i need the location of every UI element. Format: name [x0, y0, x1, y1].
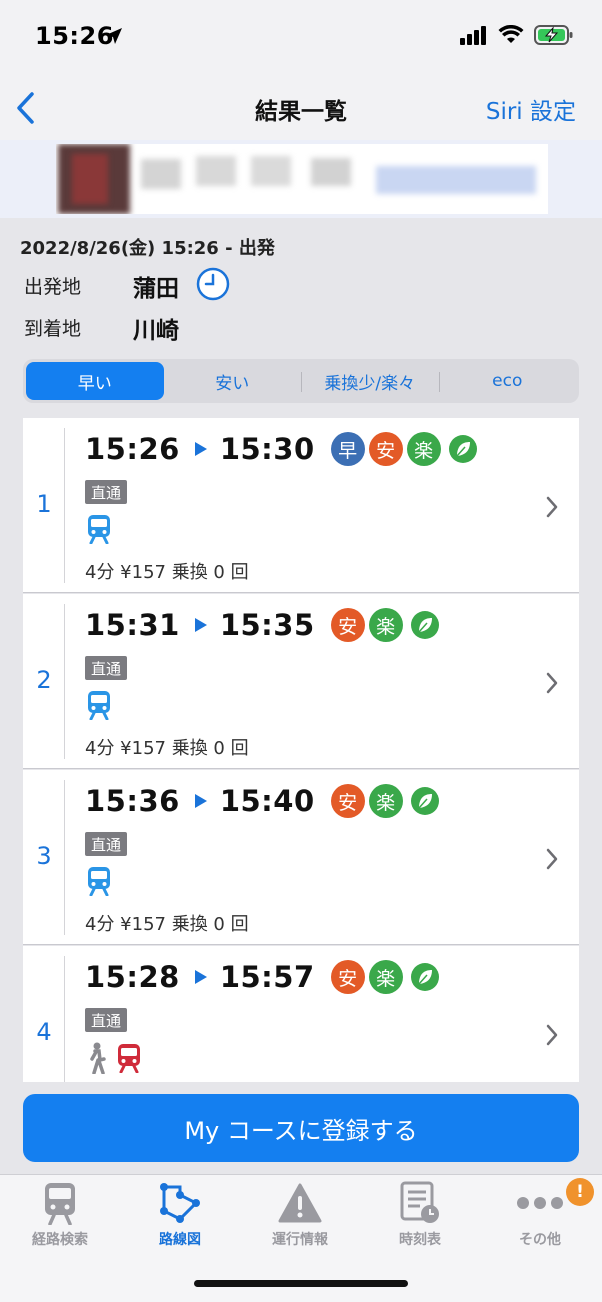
location-arrow-icon: [104, 26, 124, 50]
train-blue-icon: [88, 691, 110, 720]
chevron-right-icon: [546, 848, 558, 870]
route-summary: 4分 ¥157 乗換 0 回: [85, 914, 249, 935]
siri-settings-button[interactable]: Siri 設定: [486, 92, 576, 126]
arrive-time: 15:35: [219, 608, 315, 642]
tab-label: その他: [519, 1232, 561, 1248]
fast-badge: 早: [330, 432, 365, 466]
home-indicator: [194, 1280, 408, 1287]
cheap-badge: 安: [330, 608, 365, 642]
wifi-icon: [498, 24, 524, 49]
notification-badge: !: [566, 1178, 594, 1206]
tab-timetable[interactable]: 時刻表: [360, 1179, 480, 1251]
arrive-time: 15:57: [219, 960, 315, 994]
train-red-icon: [118, 1044, 140, 1073]
play-arrow-icon: [194, 794, 207, 808]
chevron-right-icon: [546, 1024, 558, 1046]
route-card-1[interactable]: 1 15:26 15:30 早 安 楽 直通 4分 ¥157 乗換 0 回: [23, 418, 579, 593]
chevron-right-icon: [546, 496, 558, 518]
train-blue-icon: [88, 515, 110, 544]
route-summary: 4分 ¥157 乗換 0 回: [85, 562, 249, 583]
more-icon: [516, 1179, 564, 1227]
route-index: 3: [36, 842, 52, 870]
from-label: 出発地: [24, 276, 82, 298]
sort-segmented-control: 早い 安い 乗換少/楽々 eco: [23, 359, 579, 403]
cellular-signal-icon: [460, 25, 488, 49]
arrive-time: 15:40: [219, 784, 315, 818]
route-card-3[interactable]: 3 15:36 15:40 安 楽 直通 4分 ¥157 乗換 0 回: [23, 770, 579, 945]
play-arrow-icon: [194, 970, 207, 984]
cheap-badge: 安: [330, 784, 365, 818]
route-index: 1: [36, 490, 52, 518]
direct-tag: 直通: [85, 832, 128, 856]
depart-time: 15:36: [85, 784, 180, 818]
ad-banner[interactable]: [0, 140, 602, 218]
route-card-2[interactable]: 2 15:31 15:35 安 楽 直通 4分 ¥157 乗換 0 回: [23, 594, 579, 769]
to-station[interactable]: 川崎: [133, 311, 179, 345]
route-summary: 4分 ¥157 乗換 0 回: [85, 738, 249, 759]
route-results-list: 1 15:26 15:30 早 安 楽 直通 4分 ¥157 乗換 0 回 2 …: [23, 418, 579, 1082]
depart-time: 15:31: [85, 608, 180, 642]
train-icon: [42, 1179, 78, 1227]
depart-time: 15:28: [85, 960, 180, 994]
arrive-time: 15:30: [219, 432, 315, 466]
direct-tag: 直通: [85, 1008, 128, 1032]
segment-fast[interactable]: 早い: [26, 362, 164, 400]
play-arrow-icon: [194, 442, 207, 456]
cheap-badge: 安: [330, 960, 365, 994]
chevron-right-icon: [546, 672, 558, 694]
route-map-icon: [158, 1179, 202, 1227]
easy-badge: 楽: [368, 784, 403, 818]
tab-label: 経路検索: [32, 1232, 88, 1248]
play-arrow-icon: [194, 618, 207, 632]
segment-eco[interactable]: eco: [438, 362, 577, 400]
tab-label: 路線図: [159, 1232, 201, 1248]
navigation-bar: 結果一覧 Siri 設定: [0, 76, 602, 140]
cheap-badge: 安: [368, 432, 403, 466]
easy-badge: 楽: [368, 608, 403, 642]
battery-charging-icon: [534, 24, 574, 50]
route-index: 2: [36, 666, 52, 694]
walk-icon: [90, 1042, 106, 1074]
eco-leaf-icon: [410, 787, 439, 815]
eco-leaf-icon: [410, 963, 439, 991]
easy-badge: 楽: [406, 432, 441, 466]
tab-service-info[interactable]: 運行情報: [240, 1179, 360, 1251]
route-index: 4: [36, 1018, 52, 1046]
direct-tag: 直通: [85, 656, 128, 680]
timetable-icon: [398, 1179, 442, 1227]
segment-cheap[interactable]: 安い: [164, 362, 302, 400]
tab-route-map[interactable]: 路線図: [120, 1179, 240, 1251]
train-blue-icon: [88, 867, 110, 896]
tab-route-search[interactable]: 経路検索: [0, 1179, 120, 1251]
route-card-4[interactable]: 4 15:28 15:57 安 楽 直通: [23, 946, 579, 1082]
from-station[interactable]: 蒲田: [133, 269, 179, 303]
to-label: 到着地: [24, 318, 82, 340]
register-my-course-button[interactable]: My コースに登録する: [23, 1094, 579, 1162]
tab-label: 時刻表: [399, 1232, 441, 1248]
search-conditions: 2022/8/26(金) 15:26 - 出発 出発地 蒲田 到着地 川崎 早い…: [0, 218, 602, 418]
eco-leaf-icon: [448, 435, 477, 463]
depart-time: 15:26: [85, 432, 180, 466]
tab-label: 運行情報: [272, 1232, 328, 1248]
warning-icon: [278, 1179, 322, 1227]
clock-icon[interactable]: [195, 266, 231, 302]
easy-badge: 楽: [368, 960, 403, 994]
segment-fewer-transfers[interactable]: 乗換少/楽々: [301, 362, 439, 400]
direct-tag: 直通: [85, 480, 128, 504]
eco-leaf-icon: [410, 611, 439, 639]
status-time: 15:26: [35, 22, 114, 50]
ad-image[interactable]: [56, 144, 548, 214]
status-bar: 15:26: [0, 0, 602, 76]
departure-datetime[interactable]: 2022/8/26(金) 15:26 - 出発: [20, 234, 275, 260]
